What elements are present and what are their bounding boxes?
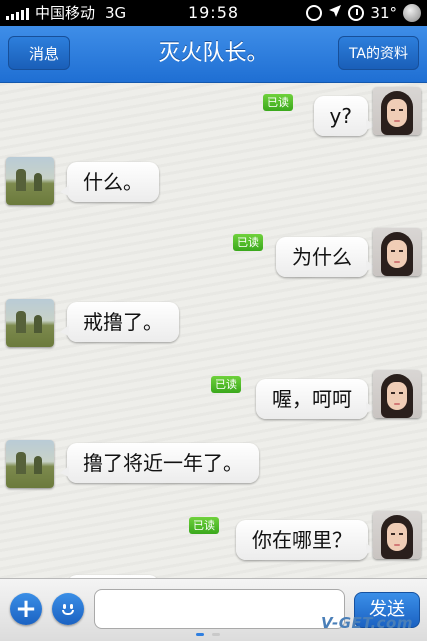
message-bubble-received[interactable]: 什么。 (60, 162, 159, 202)
emoji-icon[interactable] (52, 593, 84, 625)
plus-icon[interactable]: + (10, 593, 42, 625)
read-badge: 已读 (211, 376, 241, 393)
my-avatar[interactable] (373, 87, 421, 135)
message-bubble-sent[interactable]: 喔，呵呵 (256, 379, 375, 419)
back-button[interactable]: 消息 (8, 36, 71, 70)
alarm-clock-icon (348, 5, 365, 21)
message-bubble-received[interactable]: 戒撸了。 (60, 302, 179, 342)
contact-avatar[interactable] (6, 157, 54, 205)
profile-button[interactable]: TA的资料 (337, 36, 419, 70)
message-bubble-sent[interactable]: y? (313, 96, 376, 136)
read-badge: 已读 (233, 234, 263, 251)
watermark: V-GET.com (320, 614, 413, 632)
status-bar: 中国移动 3G 19:58 31° (0, 0, 427, 26)
weather-icon (403, 4, 421, 22)
nav-bar: 灭火队长。 消息 TA的资料 (0, 26, 427, 83)
my-avatar[interactable] (373, 228, 421, 276)
status-right: 31° (306, 0, 421, 26)
location-arrow-icon (328, 0, 342, 26)
my-avatar[interactable] (373, 511, 421, 559)
message-bubble-sent[interactable]: 为什么 (276, 237, 375, 277)
page-indicator (196, 633, 220, 636)
back-label: 消息 (29, 45, 60, 63)
contact-avatar[interactable] (6, 440, 54, 488)
message-bubble-received[interactable]: 撸了将近一年了。 (60, 443, 259, 483)
rotation-lock-icon (306, 5, 323, 21)
read-badge: 已读 (189, 517, 219, 534)
read-badge: 已读 (263, 94, 293, 111)
chat-area[interactable]: 已读 y? 什么。 已读 为什么 戒撸了。 已读 喔，呵呵 撸了将近一年了。 已… (0, 83, 427, 578)
my-avatar[interactable] (373, 370, 421, 418)
contact-avatar[interactable] (6, 299, 54, 347)
message-input[interactable] (94, 589, 345, 629)
input-bar: + 发送 V-GET.com (0, 578, 427, 641)
message-bubble-sent[interactable]: 你在哪里？ (236, 520, 375, 560)
temperature: 31° (370, 4, 397, 22)
